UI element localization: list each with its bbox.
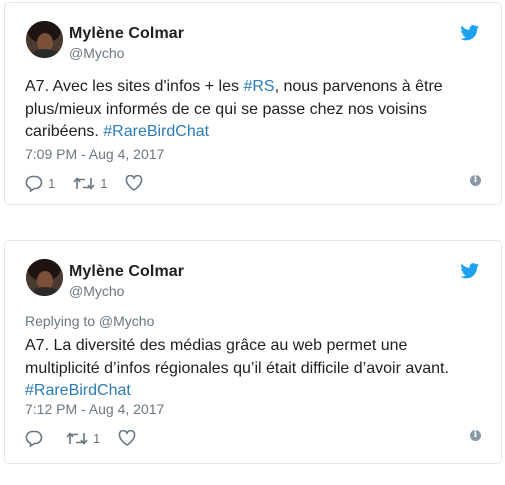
reply-icon <box>25 430 43 447</box>
retweet-icon <box>66 431 88 446</box>
tweet-text-part: A7. Avec les sites d'infos + les <box>25 78 244 95</box>
retweet-button[interactable]: 1 <box>73 176 107 191</box>
twitter-bird-icon[interactable] <box>460 25 480 41</box>
retweet-button[interactable]: 1 <box>66 431 100 446</box>
info-icon[interactable]: i <box>470 430 481 441</box>
like-button[interactable] <box>118 430 141 446</box>
info-icon[interactable]: i <box>470 175 481 186</box>
tweet-text: A7. La diversité des médias grâce au web… <box>25 335 485 403</box>
tweet-card[interactable]: Mylène Colmar @Mycho A7. Avec les sites … <box>4 2 502 205</box>
author-handle[interactable]: @Mycho <box>69 45 124 61</box>
author-name[interactable]: Mylène Colmar <box>69 25 184 43</box>
avatar[interactable] <box>26 259 63 296</box>
reply-count: 1 <box>48 175 56 191</box>
twitter-bird-icon[interactable] <box>460 263 480 279</box>
heart-icon <box>125 175 143 191</box>
author-name[interactable]: Mylène Colmar <box>69 263 184 281</box>
reply-button[interactable]: 1 <box>25 175 55 192</box>
reply-button[interactable] <box>25 430 48 447</box>
avatar[interactable] <box>26 21 63 58</box>
retweet-count: 1 <box>93 430 101 446</box>
replying-to-label[interactable]: Replying to @Mycho <box>25 313 154 329</box>
like-button[interactable] <box>125 175 148 191</box>
timestamp-link[interactable]: 7:12 PM - Aug 4, 2017 <box>25 401 164 417</box>
reply-icon <box>25 175 43 192</box>
hashtag-link[interactable]: #RareBirdChat <box>103 123 209 140</box>
action-bar: 1 i <box>25 428 481 448</box>
hashtag-link[interactable]: #RS <box>243 78 274 95</box>
retweet-count: 1 <box>100 175 108 191</box>
heart-icon <box>118 430 136 446</box>
action-bar: 1 1 i <box>25 173 481 193</box>
tweet-text-part: A7. La diversité des médias grâce au web… <box>25 337 449 377</box>
hashtag-link[interactable]: #RareBirdChat <box>25 382 131 399</box>
retweet-icon <box>73 176 95 191</box>
tweet-text: A7. Avec les sites d'infos + les #RS, no… <box>25 76 485 144</box>
timestamp-link[interactable]: 7:09 PM - Aug 4, 2017 <box>25 146 164 162</box>
author-handle[interactable]: @Mycho <box>69 283 124 299</box>
tweet-card[interactable]: Mylène Colmar @Mycho Replying to @Mycho … <box>4 240 502 464</box>
